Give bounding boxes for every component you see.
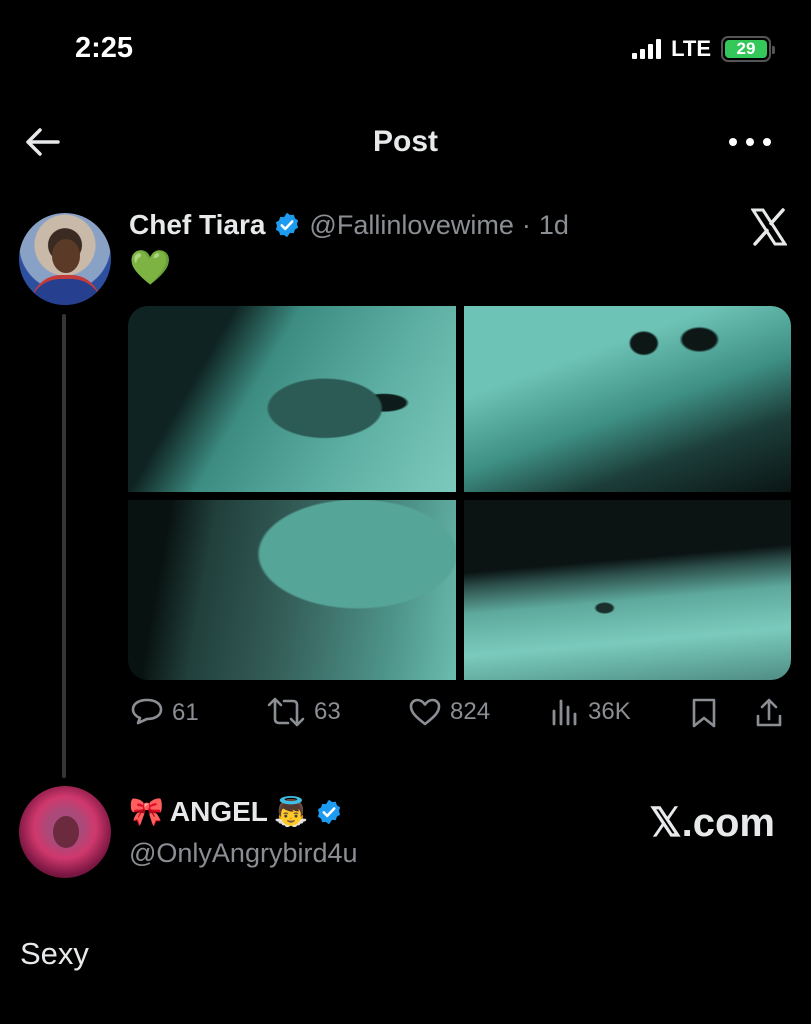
reply-button[interactable]: 61 bbox=[130, 697, 199, 729]
meta-separator: · bbox=[521, 209, 531, 240]
media-photo[interactable] bbox=[128, 306, 456, 492]
reply-icon bbox=[131, 698, 163, 725]
views-icon bbox=[552, 699, 577, 726]
media-photo[interactable] bbox=[463, 306, 791, 492]
media-photo[interactable] bbox=[128, 500, 456, 680]
repost-count: 63 bbox=[314, 698, 341, 725]
author-name[interactable]: Chef Tiara bbox=[129, 209, 265, 241]
x-logo-icon bbox=[750, 208, 788, 246]
reply-header: 🎀 ANGEL 👼 bbox=[129, 796, 343, 828]
media-grid[interactable] bbox=[128, 306, 791, 680]
battery-level: 29 bbox=[725, 39, 767, 58]
views-count: 36K bbox=[588, 698, 631, 725]
angel-emoji: 👼 bbox=[273, 796, 309, 827]
status-indicators: LTE 29 bbox=[632, 36, 775, 62]
more-horizontal-icon bbox=[729, 138, 737, 146]
like-button[interactable]: 824 bbox=[408, 697, 490, 727]
verified-badge-icon bbox=[315, 798, 343, 826]
repost-icon bbox=[267, 697, 305, 727]
share-button[interactable] bbox=[754, 697, 784, 729]
reply-text: Sexy bbox=[20, 936, 89, 971]
reply-count: 61 bbox=[172, 699, 199, 726]
bookmark-button[interactable] bbox=[690, 697, 718, 729]
x-com-watermark: 𝕏.com bbox=[649, 801, 775, 845]
repost-button[interactable]: 63 bbox=[266, 697, 341, 727]
cellular-signal-icon bbox=[632, 39, 662, 59]
tweet-header: Chef Tiara @Fallinlovewime · 1d bbox=[129, 209, 569, 241]
reply-author-name[interactable]: ANGEL bbox=[170, 796, 268, 828]
post-age: 1d bbox=[538, 209, 569, 240]
media-photo[interactable] bbox=[463, 500, 791, 680]
views-button[interactable]: 36K bbox=[550, 697, 631, 727]
network-type: LTE bbox=[671, 36, 711, 61]
more-button[interactable] bbox=[729, 128, 771, 156]
like-count: 824 bbox=[450, 698, 491, 725]
author-avatar[interactable] bbox=[19, 213, 111, 305]
battery-icon: 29 bbox=[721, 36, 775, 62]
reply-author-handle[interactable]: @OnlyAngrybird4u bbox=[129, 838, 358, 869]
ribbon-emoji: 🎀 bbox=[129, 796, 164, 827]
like-icon bbox=[409, 698, 441, 726]
author-handle[interactable]: @Fallinlovewime bbox=[309, 210, 513, 241]
tweet-text: 💚 bbox=[129, 249, 172, 287]
bookmark-icon bbox=[692, 698, 716, 728]
page-title: Post bbox=[372, 125, 438, 158]
reply-author-avatar[interactable] bbox=[19, 786, 111, 878]
thread-line bbox=[62, 314, 66, 778]
status-time: 2:25 bbox=[75, 32, 134, 64]
tweet-actions: 61 63 824 36K bbox=[130, 697, 790, 737]
verified-badge-icon bbox=[273, 211, 301, 239]
share-icon bbox=[756, 698, 782, 727]
